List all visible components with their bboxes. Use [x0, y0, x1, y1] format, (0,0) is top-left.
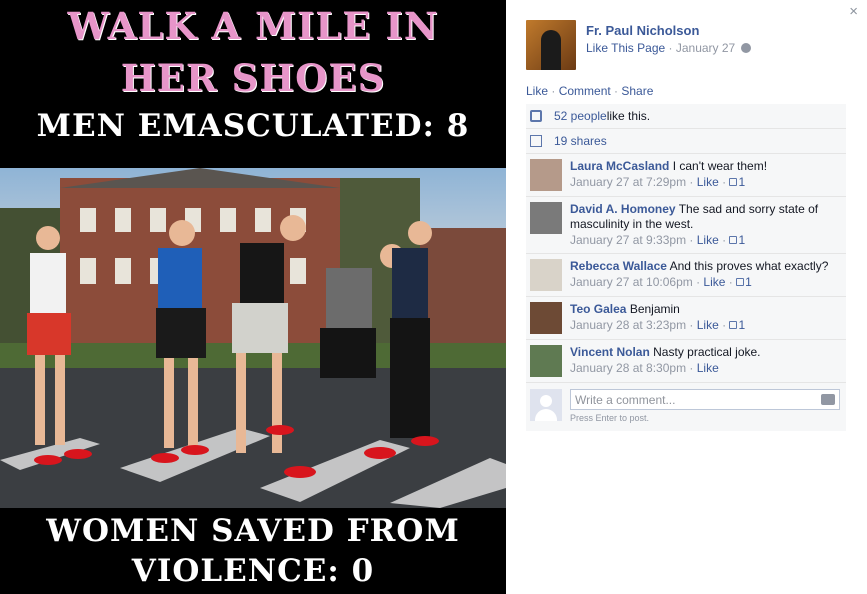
feedback-box: 52 people like this. 19 shares Laura McC… [526, 104, 846, 431]
comment-item: Teo Galea Benjamin January 28 at 3:23pm ·… [526, 297, 846, 340]
author-name[interactable]: Fr. Paul Nicholson [586, 23, 751, 38]
comment-list: Laura McCasland I can't wear them! Januar… [526, 154, 846, 383]
close-icon[interactable]: × [849, 3, 858, 20]
commenter-name[interactable]: Laura McCasland [570, 159, 669, 173]
comment-meta: January 27 at 7:29pm · Like · 1 [570, 175, 767, 190]
meme-bottom-caption: WOMEN SAVED FROM VIOLENCE: 0 [0, 508, 506, 594]
commenter-avatar[interactable] [530, 259, 562, 291]
post-photo[interactable]: WALK A MILE IN HER SHOES MEN EMASCULATED… [0, 0, 506, 594]
meta-separator: · [725, 275, 737, 289]
comment-input[interactable]: Write a comment... [570, 389, 840, 410]
commenter-name[interactable]: Teo Galea [570, 302, 626, 316]
post-date[interactable]: January 27 [676, 41, 735, 55]
comment-time[interactable]: January 27 at 10:06pm [570, 275, 693, 289]
comment-meta: January 27 at 9:33pm · Like · 1 [570, 233, 842, 248]
thumbs-up-icon [736, 278, 745, 286]
comment-time[interactable]: January 27 at 7:29pm [570, 175, 686, 189]
comment-meta: January 28 at 3:23pm · Like · 1 [570, 318, 745, 333]
post-side-panel: × Fr. Paul Nicholson Like This Page · Ja… [506, 0, 867, 594]
shares-link[interactable]: 19 shares [554, 134, 607, 148]
meme-bottom-line-1: WOMEN SAVED FROM [46, 513, 460, 549]
camera-icon[interactable] [821, 394, 835, 405]
men-in-heels-illustration [0, 168, 506, 508]
likes-people-link[interactable]: 52 people [554, 109, 607, 123]
meme-bottom-line-2: VIOLENCE: 0 [131, 553, 375, 589]
meta-separator: · [718, 233, 730, 247]
comment-like-button[interactable]: Like [697, 175, 719, 189]
likes-suffix: like this. [606, 109, 651, 123]
thumbs-up-icon [729, 321, 738, 329]
photo-scene [0, 168, 506, 508]
commenter-avatar[interactable] [530, 159, 562, 191]
comment-meta: January 28 at 8:30pm · Like [570, 361, 761, 376]
meta-separator: · [686, 318, 697, 332]
like-this-page-link[interactable]: Like This Page [586, 41, 665, 55]
comment-like-count[interactable]: 1 [738, 318, 745, 332]
like-button[interactable]: Like [526, 84, 548, 98]
comment-like-button[interactable]: Like [697, 361, 719, 375]
thumbs-up-icon [530, 110, 542, 122]
comment-text: Nasty practical joke. [653, 345, 761, 359]
globe-icon [740, 43, 751, 53]
action-separator: · [610, 84, 622, 98]
meta-separator: · [718, 175, 730, 189]
share-button[interactable]: Share [621, 84, 653, 98]
action-separator: · [548, 84, 559, 98]
meta-separator: · [686, 233, 697, 247]
commenter-name[interactable]: Vincent Nolan [570, 345, 650, 359]
comment-time[interactable]: January 28 at 8:30pm [570, 361, 686, 375]
comment-time[interactable]: January 27 at 9:33pm [570, 233, 686, 247]
meme-top-line-1: WALK A MILE IN [67, 4, 439, 48]
comment-text: Benjamin [629, 302, 680, 316]
comment-like-button[interactable]: Like [703, 275, 725, 289]
commenter-avatar[interactable] [530, 345, 562, 377]
comment-like-button[interactable]: Like [697, 318, 719, 332]
meme-top-line-2: HER SHOES [120, 56, 386, 100]
comment-item: David A. Homoney The sad and sorry state… [526, 197, 846, 254]
meta-separator: · [718, 318, 730, 332]
comment-like-count[interactable]: 1 [745, 275, 752, 289]
likes-row: 52 people like this. [526, 104, 846, 129]
viewer-avatar [530, 389, 562, 421]
comment-like-button[interactable]: Like [697, 233, 719, 247]
commenter-avatar[interactable] [530, 302, 562, 334]
comment-like-count[interactable]: 1 [738, 233, 745, 247]
comment-text: And this proves what exactly? [669, 259, 829, 273]
comment-time[interactable]: January 28 at 3:23pm [570, 318, 686, 332]
comment-text: I can't wear them! [672, 159, 768, 173]
meme-top-caption: WALK A MILE IN HER SHOES MEN EMASCULATED… [0, 0, 506, 168]
meta-separator: · [692, 275, 704, 289]
commenter-name[interactable]: Rebecca Wallace [570, 259, 667, 273]
separator-dot: · [668, 41, 673, 55]
comment-like-count[interactable]: 1 [738, 175, 745, 189]
comment-composer: Write a comment... Press Enter to post. [526, 383, 846, 431]
author-avatar[interactable] [526, 20, 576, 70]
meta-separator: · [686, 361, 697, 375]
meta-separator: · [686, 175, 697, 189]
comment-input-placeholder: Write a comment... [575, 393, 676, 407]
meme-middle-line: MEN EMASCULATED: 8 [36, 108, 470, 144]
commenter-name[interactable]: David A. Homoney [570, 202, 676, 216]
comment-item: Rebecca Wallace And this proves what exa… [526, 254, 846, 297]
thumbs-up-icon [729, 236, 738, 244]
shares-row: 19 shares [526, 129, 846, 154]
thumbs-up-icon [729, 178, 738, 186]
shares-icon [530, 135, 542, 147]
press-enter-hint: Press Enter to post. [570, 413, 650, 423]
comment-item: Laura McCasland I can't wear them! Januar… [526, 154, 846, 197]
comment-button[interactable]: Comment [559, 84, 611, 98]
commenter-avatar[interactable] [530, 202, 562, 234]
post-actions: Like · Comment · Share [526, 84, 653, 98]
post-author-header: Fr. Paul Nicholson Like This Page · Janu… [526, 20, 751, 70]
comment-meta: January 27 at 10:06pm · Like · 1 [570, 275, 828, 290]
comment-item: Vincent Nolan Nasty practical joke. Janua… [526, 340, 846, 383]
